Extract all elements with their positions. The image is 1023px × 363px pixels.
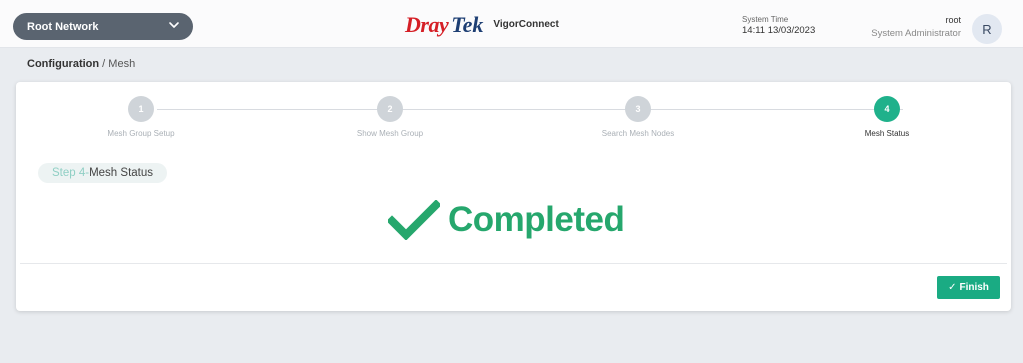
breadcrumb-separator: / xyxy=(102,58,106,70)
top-bar: Root Network Dray Tek VigorConnect Syste… xyxy=(0,0,1023,48)
completed-status: Completed xyxy=(388,200,625,240)
step-number: 4 xyxy=(874,96,900,122)
network-selector[interactable]: Root Network xyxy=(13,13,193,40)
network-selector-label: Root Network xyxy=(27,20,99,33)
user-name: root xyxy=(945,15,961,25)
current-step-pill: Step 4- Mesh Status xyxy=(38,163,167,183)
mesh-wizard-card: 1 Mesh Group Setup 2 Show Mesh Group 3 S… xyxy=(16,82,1011,311)
step-search-mesh-nodes: 3 Search Mesh Nodes xyxy=(568,96,708,138)
step-label: Mesh Status xyxy=(864,129,910,138)
check-icon: ✓ xyxy=(948,282,957,293)
stepper-track xyxy=(157,109,903,110)
brand-logo-dray: Dray xyxy=(405,12,449,37)
system-time-value: 14:11 13/03/2023 xyxy=(742,25,816,37)
current-step-prefix: Step 4- xyxy=(52,167,90,179)
step-label: Mesh Group Setup xyxy=(107,129,175,138)
brand-logo: Dray Tek VigorConnect xyxy=(405,12,559,38)
step-show-mesh-group: 2 Show Mesh Group xyxy=(320,96,460,138)
system-time-label: System Time xyxy=(742,15,789,24)
user-role: System Administrator xyxy=(871,27,961,39)
chevron-down-icon xyxy=(169,22,179,28)
user-info: root System Administrator xyxy=(871,14,961,40)
finish-button-label: Finish xyxy=(959,282,989,293)
step-label: Show Mesh Group xyxy=(356,129,424,138)
step-mesh-status: 4 Mesh Status xyxy=(817,96,957,138)
brand-logo-tek: Tek xyxy=(451,12,484,37)
step-label: Search Mesh Nodes xyxy=(601,129,675,138)
breadcrumb-section[interactable]: Configuration xyxy=(27,58,99,70)
step-number: 3 xyxy=(625,96,651,122)
breadcrumb: Configuration / Mesh xyxy=(27,58,135,70)
breadcrumb-page: Mesh xyxy=(108,58,136,70)
step-mesh-group-setup: 1 Mesh Group Setup xyxy=(71,96,211,138)
system-time: System Time 14:11 13/03/2023 xyxy=(742,15,815,38)
app-name: VigorConnect xyxy=(493,19,559,30)
step-number: 1 xyxy=(128,96,154,122)
avatar[interactable]: R xyxy=(972,14,1002,44)
finish-button[interactable]: ✓ Finish xyxy=(937,276,1000,299)
check-icon xyxy=(388,200,440,240)
step-number: 2 xyxy=(377,96,403,122)
completed-text: Completed xyxy=(448,200,625,239)
current-step-title: Mesh Status xyxy=(89,167,153,179)
card-divider xyxy=(20,263,1007,264)
